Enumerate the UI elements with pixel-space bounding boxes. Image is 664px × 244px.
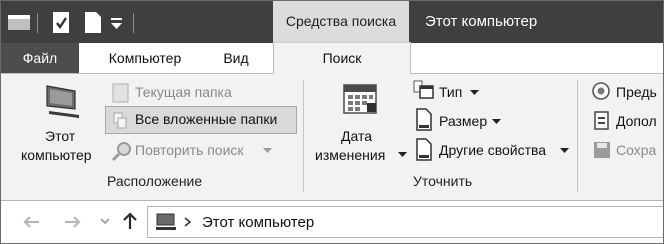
group-separator — [303, 80, 304, 192]
up-arrow-icon[interactable] — [121, 211, 139, 231]
toolbar-divider — [133, 13, 134, 33]
customize-chevron-icon[interactable] — [109, 17, 125, 31]
advanced-options-icon — [594, 111, 609, 130]
folder-icon — [112, 83, 129, 103]
window-title: Этот компьютер — [425, 13, 538, 30]
chevron-down-icon — [492, 119, 501, 124]
title-bar: Средства поиска Этот компьютер — [1, 1, 663, 45]
system-menu-icon[interactable] — [7, 12, 33, 34]
size-label: Размер — [439, 113, 488, 129]
properties-icon[interactable] — [51, 10, 73, 36]
tab-file[interactable]: Файл — [1, 43, 79, 73]
forward-arrow-icon[interactable] — [63, 214, 83, 230]
recent-searches-icon — [592, 82, 610, 100]
tab-search[interactable]: Поиск — [273, 42, 411, 75]
save-search-label: Сохра — [616, 142, 657, 158]
recent-searches-label: Предь — [616, 84, 657, 100]
chevron-down-icon — [470, 90, 479, 95]
computer-icon — [156, 213, 176, 230]
tab-computer[interactable]: Компьютер — [89, 43, 201, 73]
refine-group-label: Уточнить — [413, 173, 473, 189]
back-arrow-icon[interactable] — [21, 214, 41, 230]
chevron-down-icon — [560, 148, 569, 153]
this-pc-label-line2: компьютер — [21, 147, 92, 163]
subfolders-icon — [113, 112, 127, 129]
location-group-label: Расположение — [107, 173, 203, 189]
current-folder-label: Текущая папка — [135, 84, 232, 100]
address-path: Этот компьютер — [202, 214, 315, 231]
this-pc-label-line1: Этот — [45, 128, 76, 144]
kind-icon — [413, 80, 434, 99]
search-again-label: Повторить поиск — [135, 142, 244, 158]
file-size-icon — [416, 108, 432, 131]
date-modified-label-line2: изменения — [315, 147, 386, 163]
chevron-down-icon — [398, 152, 407, 157]
toolbar-divider — [37, 13, 38, 33]
breadcrumb-chevron-icon[interactable] — [184, 217, 192, 227]
other-properties-label: Другие свойства — [439, 142, 547, 158]
new-folder-icon[interactable] — [83, 10, 103, 36]
explorer-window: Средства поиска Этот компьютер Файл Комп… — [0, 0, 664, 244]
calendar-icon — [343, 84, 377, 114]
chevron-down-icon[interactable] — [100, 218, 110, 226]
ribbon-tabs: Файл Компьютер Вид Поиск — [1, 42, 663, 75]
ribbon-panel: Этот компьютер Текущая папка Все вложенн… — [1, 74, 663, 201]
group-separator — [577, 80, 578, 192]
all-subfolders-label: Все вложенные папки — [135, 111, 278, 127]
computer-icon — [46, 85, 79, 118]
tab-view[interactable]: Вид — [207, 43, 265, 73]
date-modified-label-line1: Дата — [341, 128, 373, 144]
properties-doc-icon — [416, 138, 432, 161]
all-subfolders-button[interactable]: Все вложенные папки — [105, 106, 297, 134]
save-icon — [594, 142, 610, 158]
address-bar[interactable]: Этот компьютер — [147, 206, 663, 238]
advanced-options-label: Допол — [616, 113, 657, 129]
chevron-down-icon — [263, 148, 272, 153]
contextual-tab-group-label: Средства поиска — [285, 13, 397, 29]
navigation-bar: Этот компьютер — [1, 201, 663, 243]
contextual-tab-group: Средства поиска — [273, 1, 409, 45]
magnifier-icon — [111, 142, 131, 162]
kind-label: Тип — [439, 84, 463, 100]
